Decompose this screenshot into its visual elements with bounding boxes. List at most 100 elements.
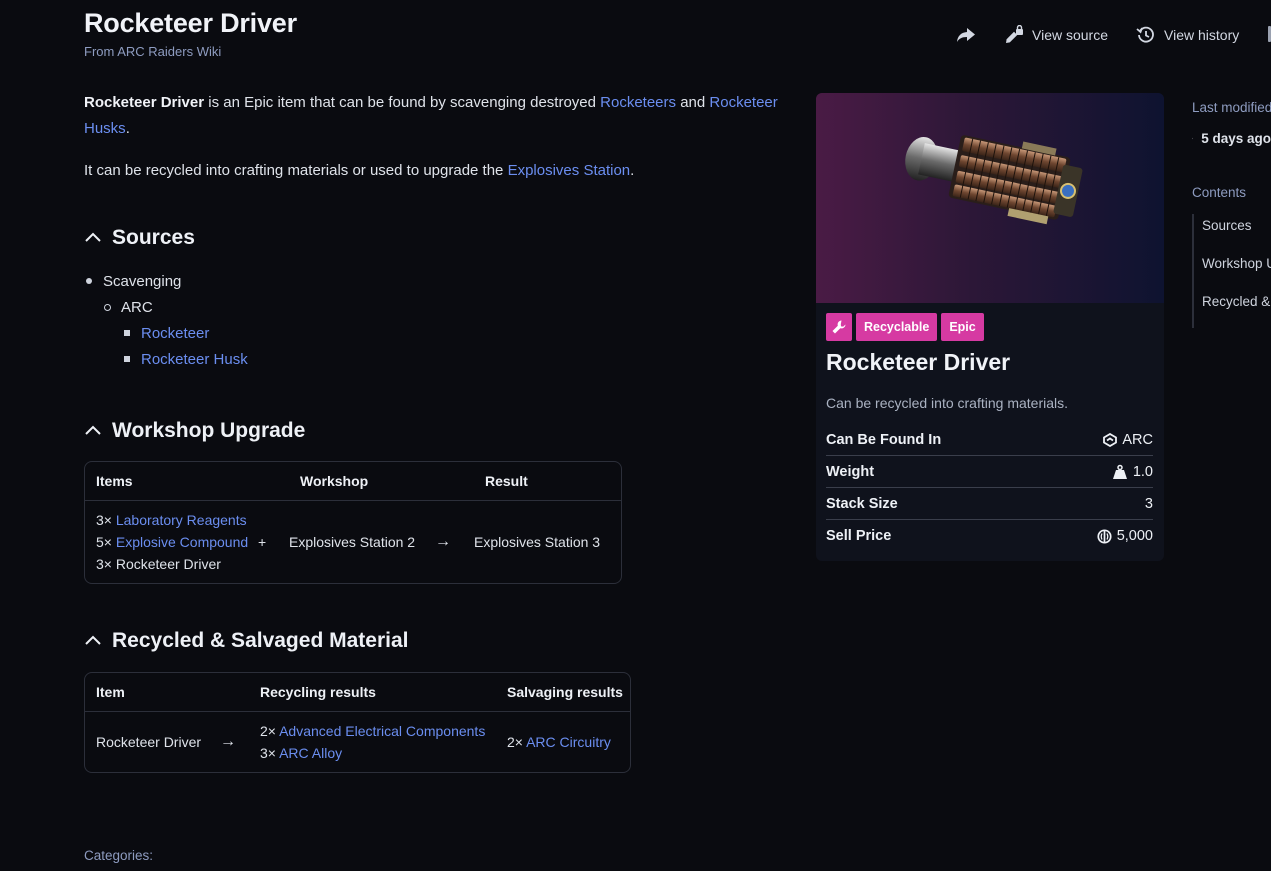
stat-value: ARC [1103, 432, 1153, 448]
last-modified-value[interactable]: 5 days ago [1192, 131, 1271, 146]
workshop-table: Items Workshop Result 3× Laboratory Reag… [84, 461, 622, 584]
badge-recyclable: Recyclable [856, 313, 938, 341]
rocketeer-driver-illustration [905, 135, 1083, 225]
item-entry: 3× Rocketeer Driver [96, 553, 258, 575]
link-arc-circuitry[interactable]: ARC Circuitry [526, 734, 611, 750]
last-modified-text: 5 days ago [1201, 131, 1271, 146]
share-button[interactable] [956, 26, 976, 44]
stat-row: Weight 1.0 [826, 456, 1153, 488]
chevron-up-icon [85, 232, 101, 242]
item-qty: 3× [260, 745, 276, 761]
bullet-icon [124, 356, 130, 362]
recycling-cell: 2× Advanced Electrical Components 3× ARC… [260, 720, 507, 764]
toc-label: Contents [1192, 185, 1247, 200]
section-sources-header[interactable]: Sources [84, 226, 804, 250]
list-item: ARC [84, 294, 804, 320]
view-source-button[interactable]: View source [1004, 25, 1108, 45]
item-qty: 3× [96, 556, 112, 572]
stat-key: Weight [826, 463, 875, 480]
weight-icon [1112, 464, 1127, 479]
table-header: Item Recycling results Salvaging results [85, 673, 630, 712]
toc-item-sources[interactable]: Sources [1202, 214, 1271, 252]
column-header: Recycling results [260, 684, 376, 700]
right-sidebar: Last modified 5 days ago Contents Source… [1192, 100, 1271, 328]
item-name-bold: Rocketeer Driver [84, 94, 205, 111]
intro-text: . [630, 162, 635, 179]
history-icon [1136, 26, 1154, 43]
last-modified-label: Last modified [1192, 100, 1271, 115]
result-cell: Explosives Station 3 [474, 534, 601, 550]
link-rocketeer[interactable]: Rocketeer [141, 325, 209, 342]
bullet-icon [86, 278, 92, 284]
section-workshop-title: Workshop Upgrade [112, 419, 306, 442]
column-header: Item [96, 684, 125, 700]
section-recycled-header[interactable]: Recycled & Salvaged Material [84, 629, 804, 653]
link-explosive-compound[interactable]: Explosive Compound [116, 534, 248, 550]
view-history-button[interactable]: View history [1136, 25, 1239, 45]
link-laboratory-reagents[interactable]: Laboratory Reagents [116, 512, 247, 528]
stat-value-text: ARC [1122, 431, 1153, 448]
section-workshop-header[interactable]: Workshop Upgrade [84, 419, 804, 443]
intro-paragraph-2: It can be recycled into crafting materia… [84, 158, 804, 184]
stat-row: Can Be Found In ARC [826, 424, 1153, 456]
infobox-stats: Can Be Found In ARC Weight 1.0 Stack Siz… [826, 424, 1153, 552]
column-header: Salvaging results [507, 684, 623, 700]
column-header: Workshop [300, 473, 369, 489]
toc-item-recycled[interactable]: Recycled & Salvaged Material [1202, 290, 1271, 328]
stat-key: Sell Price [826, 528, 892, 544]
stat-key: Stack Size [826, 495, 898, 512]
table-of-contents: Sources Workshop Upgrade Recycled & Salv… [1192, 214, 1271, 328]
coin-icon [1097, 528, 1112, 544]
stat-value: 1.0 [1112, 464, 1153, 480]
recycled-table: Item Recycling results Salvaging results… [84, 672, 631, 773]
list-item: Rocketeer Husk [84, 346, 804, 372]
view-history-label: View history [1164, 27, 1240, 43]
intro: Rocketeer Driver is an Epic item that ca… [84, 90, 804, 184]
items-cell: 3× Laboratory Reagents 5× Explosive Comp… [85, 509, 258, 575]
stat-row: Sell Price 5,000 [826, 520, 1153, 552]
item-qty: 2× [260, 723, 276, 739]
item-entry: 3× Laboratory Reagents [96, 509, 258, 531]
stat-value: 5,000 [1097, 528, 1153, 544]
item-image [816, 93, 1164, 303]
link-rocketeers[interactable]: Rocketeers [600, 94, 676, 111]
sources-list: Scavenging ARC Rocketeer Rocketeer Husk [84, 268, 804, 372]
stat-value-text: 1.0 [1132, 463, 1153, 480]
chevron-up-icon [85, 425, 101, 435]
page-subtitle: From ARC Raiders Wiki [84, 44, 222, 59]
arc-icon [1103, 432, 1118, 447]
stat-key: Can Be Found In [826, 431, 942, 448]
stat-value: 3 [1145, 496, 1153, 512]
infobox: Recyclable Epic Rocketeer Driver Can be … [816, 93, 1164, 561]
intro-text: It can be recycled into crafting materia… [84, 162, 508, 179]
history-icon [1192, 137, 1194, 139]
categories-label: Categories: [84, 848, 154, 863]
main-content: Rocketeer Driver is an Epic item that ca… [84, 90, 804, 773]
list-item: Scavenging [84, 268, 804, 294]
link-arc-alloy[interactable]: ARC Alloy [279, 745, 342, 761]
view-source-label: View source [1032, 27, 1109, 43]
infobox-description: Can be recycled into crafting materials. [826, 395, 1068, 411]
list-item: Rocketeer [84, 320, 804, 346]
list-item-label: ARC [121, 298, 153, 316]
toc-item-workshop-upgrade[interactable]: Workshop Upgrade [1202, 252, 1271, 290]
link-rocketeer-husk[interactable]: Rocketeer Husk [141, 351, 248, 368]
section-sources-title: Sources [112, 226, 195, 249]
intro-text: . [125, 120, 130, 137]
item-entry: 5× Explosive Compound [96, 531, 258, 553]
item-qty: 3× [96, 512, 112, 528]
link-advanced-electrical-components[interactable]: Advanced Electrical Components [279, 723, 485, 739]
plus-sign: + [258, 534, 267, 550]
salvaging-cell: 2× ARC Circuitry [507, 734, 611, 750]
badge-rarity: Epic [941, 313, 984, 341]
item-entry: 3× ARC Alloy [260, 742, 507, 764]
item-qty: 2× [507, 734, 523, 750]
table-row: 3× Laboratory Reagents 5× Explosive Comp… [85, 501, 621, 583]
workshop-cell: Explosives Station 2 [289, 534, 416, 550]
bullet-icon [124, 330, 130, 336]
wrench-icon [826, 313, 852, 341]
intro-text: is an Epic item that can be found by sca… [204, 94, 601, 111]
link-explosives-station[interactable]: Explosives Station [508, 162, 631, 179]
stat-value-text: 3 [1144, 495, 1153, 512]
item-cell: Rocketeer Driver [96, 734, 202, 750]
